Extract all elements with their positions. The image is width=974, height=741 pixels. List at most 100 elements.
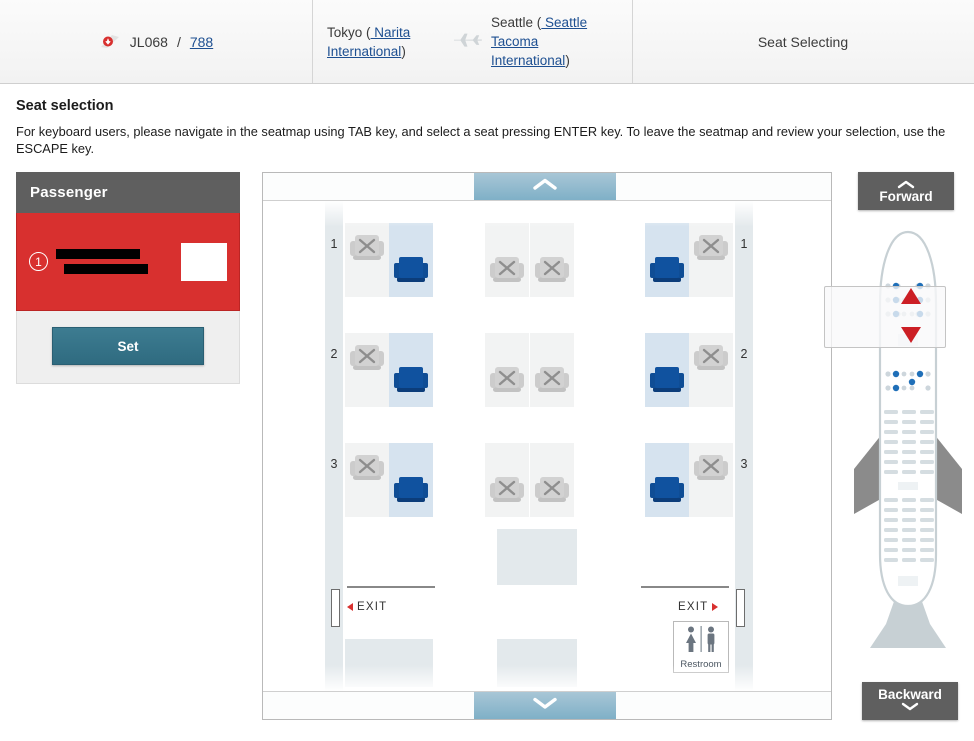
aircraft-overview-map[interactable]	[824, 224, 970, 654]
chevron-down-icon	[532, 696, 558, 715]
seat-occupied	[689, 333, 733, 407]
set-button[interactable]: Set	[52, 327, 204, 365]
seat-occupied-icon	[532, 251, 572, 291]
passenger-panel: Passenger 1 Set	[16, 172, 240, 384]
seat-available[interactable]	[389, 333, 433, 407]
seat-occupied	[345, 333, 389, 407]
passenger-index: 1	[29, 252, 48, 271]
exit-text-left: EXIT	[357, 601, 388, 613]
forward-button-label: Forward	[879, 189, 933, 204]
seat-occupied-icon	[532, 471, 572, 511]
seat-occupied-icon	[691, 339, 731, 379]
origin-paren-close: )	[401, 43, 406, 59]
row-number-left: 1	[330, 237, 338, 251]
origin-airport: Tokyo ( Narita International)	[327, 23, 445, 61]
restroom-marker: Restroom	[673, 621, 729, 673]
seat-occupied	[485, 333, 529, 407]
seat-occupied	[530, 443, 574, 517]
row-number-right: 2	[740, 347, 748, 361]
triangle-right-icon	[712, 603, 719, 611]
passenger-seat-value	[181, 242, 227, 281]
seat-occupied-icon	[347, 229, 387, 269]
exit-divider-right	[641, 586, 729, 588]
redaction-bar	[56, 249, 140, 259]
seat-occupied	[485, 443, 529, 517]
seatmap: 1 2 3 1 2 3 EXIT EXIT Restroom	[262, 172, 832, 720]
aircraft-type-link[interactable]: 788	[190, 34, 213, 50]
page-title: Seat selection	[16, 98, 114, 114]
jal-crane-logo-icon	[99, 34, 121, 50]
seat-available[interactable]	[645, 333, 689, 407]
flight-info-cell: JL068 / 788	[0, 0, 313, 83]
seat-occupied	[689, 223, 733, 297]
status-cell: Seat Selecting	[633, 0, 973, 83]
seat-occupied-icon	[691, 229, 731, 269]
seat-available-icon	[391, 471, 431, 511]
flight-number-text: JL068	[129, 33, 168, 50]
dest-city: Seattle	[491, 15, 534, 30]
seat-occupied	[345, 223, 389, 297]
restroom-icon	[679, 626, 723, 657]
forward-button[interactable]: Forward	[858, 172, 954, 210]
seat-occupied	[689, 443, 733, 517]
backward-button-label: Backward	[878, 687, 942, 702]
exit-label-right: EXIT	[678, 601, 719, 613]
seat-available[interactable]	[645, 443, 689, 517]
passenger-name-redacted	[56, 249, 181, 274]
seat-available[interactable]	[645, 223, 689, 297]
exit-divider-left	[347, 586, 435, 588]
exit-text-right: EXIT	[678, 601, 709, 613]
triangle-down-marker-icon	[899, 325, 923, 350]
passenger-row[interactable]: 1	[16, 213, 240, 311]
chevron-down-icon	[901, 701, 919, 713]
triangle-up-marker-icon	[899, 286, 923, 311]
restroom-label: Restroom	[680, 659, 722, 670]
exit-door-left	[331, 589, 340, 627]
cabin-monument-block	[345, 639, 433, 687]
instructions-block: Seat selection For keyboard users, pleas…	[0, 84, 974, 157]
cabin-monument-block	[497, 639, 577, 687]
instructions-text: For keyboard users, please navigate in t…	[16, 124, 946, 156]
chevron-up-icon	[532, 177, 558, 196]
flight-number-group: JL068 / 788	[99, 34, 213, 50]
row-number-left: 3	[330, 457, 338, 471]
seatmap-scroll-up-strip	[263, 173, 831, 201]
cabin-monument-block	[497, 529, 577, 585]
seatmap-scroll-up-button[interactable]	[474, 173, 616, 200]
seat-occupied	[485, 223, 529, 297]
route-cell: Tokyo ( Narita International) Seattle ( …	[313, 0, 633, 83]
row-number-left: 2	[330, 347, 338, 361]
flight-header: JL068 / 788 Tokyo ( Narita International…	[0, 0, 974, 84]
passenger-panel-footer: Set	[16, 311, 240, 384]
seat-available-icon	[647, 471, 687, 511]
seat-occupied	[530, 333, 574, 407]
row-number-right: 1	[740, 237, 748, 251]
seat-available[interactable]	[389, 223, 433, 297]
exit-label-left: EXIT	[347, 601, 387, 613]
triangle-left-icon	[347, 603, 353, 611]
seat-available[interactable]	[389, 443, 433, 517]
navigation-rail: Forward Backward	[824, 172, 970, 720]
seat-occupied	[530, 223, 574, 297]
dest-paren-close: )	[565, 53, 570, 68]
status-label: Seat Selecting	[757, 33, 849, 50]
seat-available-icon	[647, 251, 687, 291]
seat-occupied-icon	[691, 449, 731, 489]
passenger-panel-header: Passenger	[16, 172, 240, 213]
seat-occupied-icon	[487, 471, 527, 511]
backward-button[interactable]: Backward	[862, 682, 958, 720]
seatmap-scroll-down-strip	[263, 691, 831, 719]
destination-airport: Seattle ( Seattle Tacoma International)	[491, 13, 609, 70]
minimap-viewport-indicator	[824, 286, 946, 348]
seat-occupied-icon	[487, 361, 527, 401]
seat-occupied-icon	[487, 251, 527, 291]
flight-separator: /	[176, 33, 181, 50]
seat-occupied-icon	[347, 449, 387, 489]
seatmap-scroll-down-button[interactable]	[474, 692, 616, 719]
main-content: Passenger 1 Set 1 2 3 1 2 3 EXIT EXIT Re…	[0, 157, 974, 720]
exit-door-right	[736, 589, 745, 627]
seat-occupied-icon	[532, 361, 572, 401]
cabin-area: 1 2 3 1 2 3 EXIT EXIT Restroom	[263, 201, 831, 691]
row-number-right: 3	[740, 457, 748, 471]
seat-available-icon	[647, 361, 687, 401]
